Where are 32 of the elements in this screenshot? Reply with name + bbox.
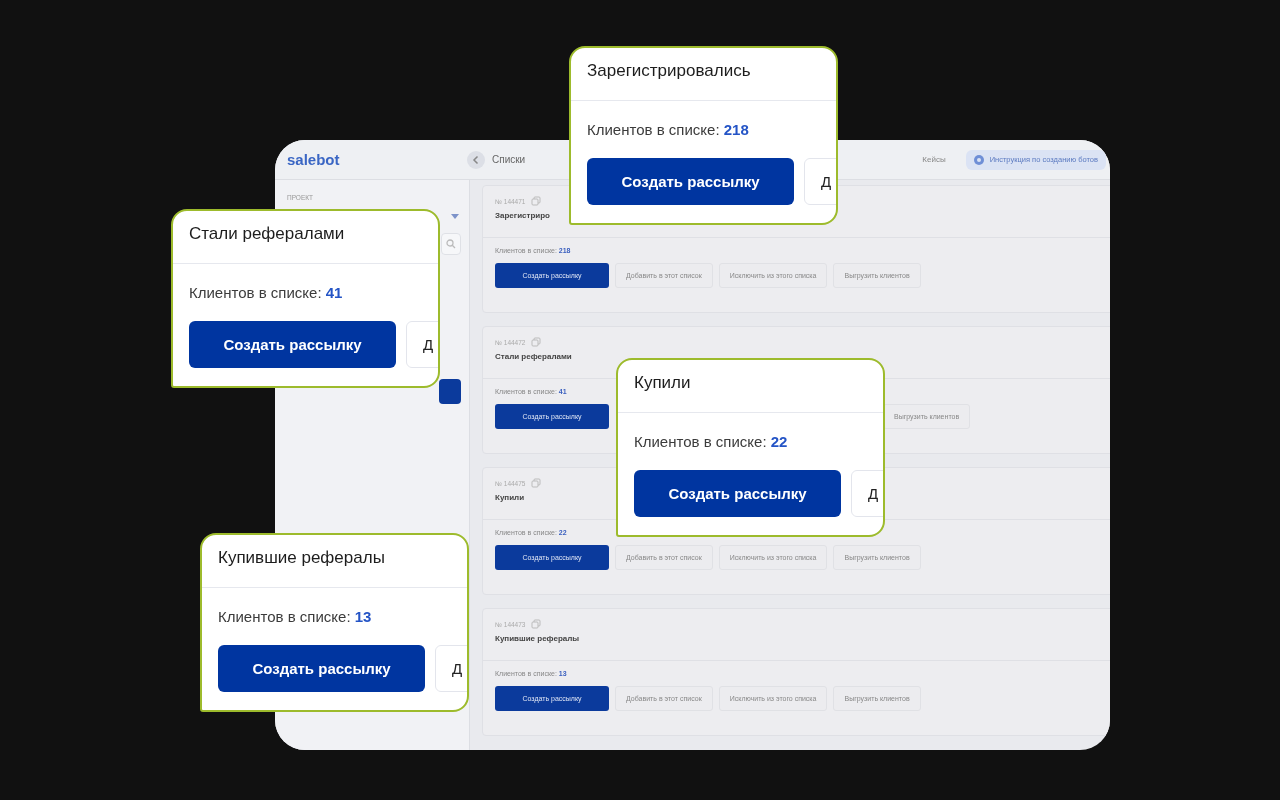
- copy-icon[interactable]: [531, 196, 542, 206]
- add-to-list-button[interactable]: Д: [804, 158, 836, 205]
- info-circle-icon: [973, 154, 984, 165]
- add-to-list-button[interactable]: Д: [406, 321, 438, 368]
- copy-icon[interactable]: [531, 337, 542, 347]
- client-count: Клиентов в списке: 22: [634, 433, 789, 450]
- list-title: Купившие рефералы: [218, 548, 385, 567]
- copy-icon[interactable]: [531, 478, 542, 488]
- add-to-list-button[interactable]: Д: [851, 470, 883, 517]
- list-title: Купили: [495, 493, 525, 502]
- list-title: Купившие рефералы: [495, 634, 580, 643]
- create-mailing-button[interactable]: Создать рассылку: [189, 321, 396, 368]
- chevron-icon[interactable]: [451, 214, 459, 220]
- create-mailing-button[interactable]: Создать рассылку: [218, 645, 425, 692]
- client-count: Клиентов в списке: 41: [189, 284, 344, 301]
- list-title: Зарегистрировались: [587, 61, 751, 80]
- sidebar-button[interactable]: [439, 379, 461, 404]
- list-title: Зарегистриро: [495, 211, 550, 220]
- add-to-list-button[interactable]: Д: [435, 645, 467, 692]
- search-field[interactable]: [441, 233, 461, 255]
- copy-icon[interactable]: [531, 619, 542, 629]
- list-title: Стали рефералами: [189, 224, 345, 243]
- back-icon[interactable]: [467, 150, 485, 169]
- search-icon: [446, 239, 456, 249]
- logo: salebot: [287, 151, 341, 168]
- list-title: Купили: [634, 373, 691, 392]
- create-mailing-button[interactable]: Создать рассылку: [587, 158, 794, 205]
- list-title: Стали рефералами: [495, 352, 572, 361]
- page-title: Списки: [492, 154, 526, 165]
- client-count: Клиентов в списке: 218: [587, 121, 750, 138]
- create-mailing-button[interactable]: Создать рассылку: [634, 470, 841, 517]
- client-count: Клиентов в списке: 13: [218, 608, 373, 625]
